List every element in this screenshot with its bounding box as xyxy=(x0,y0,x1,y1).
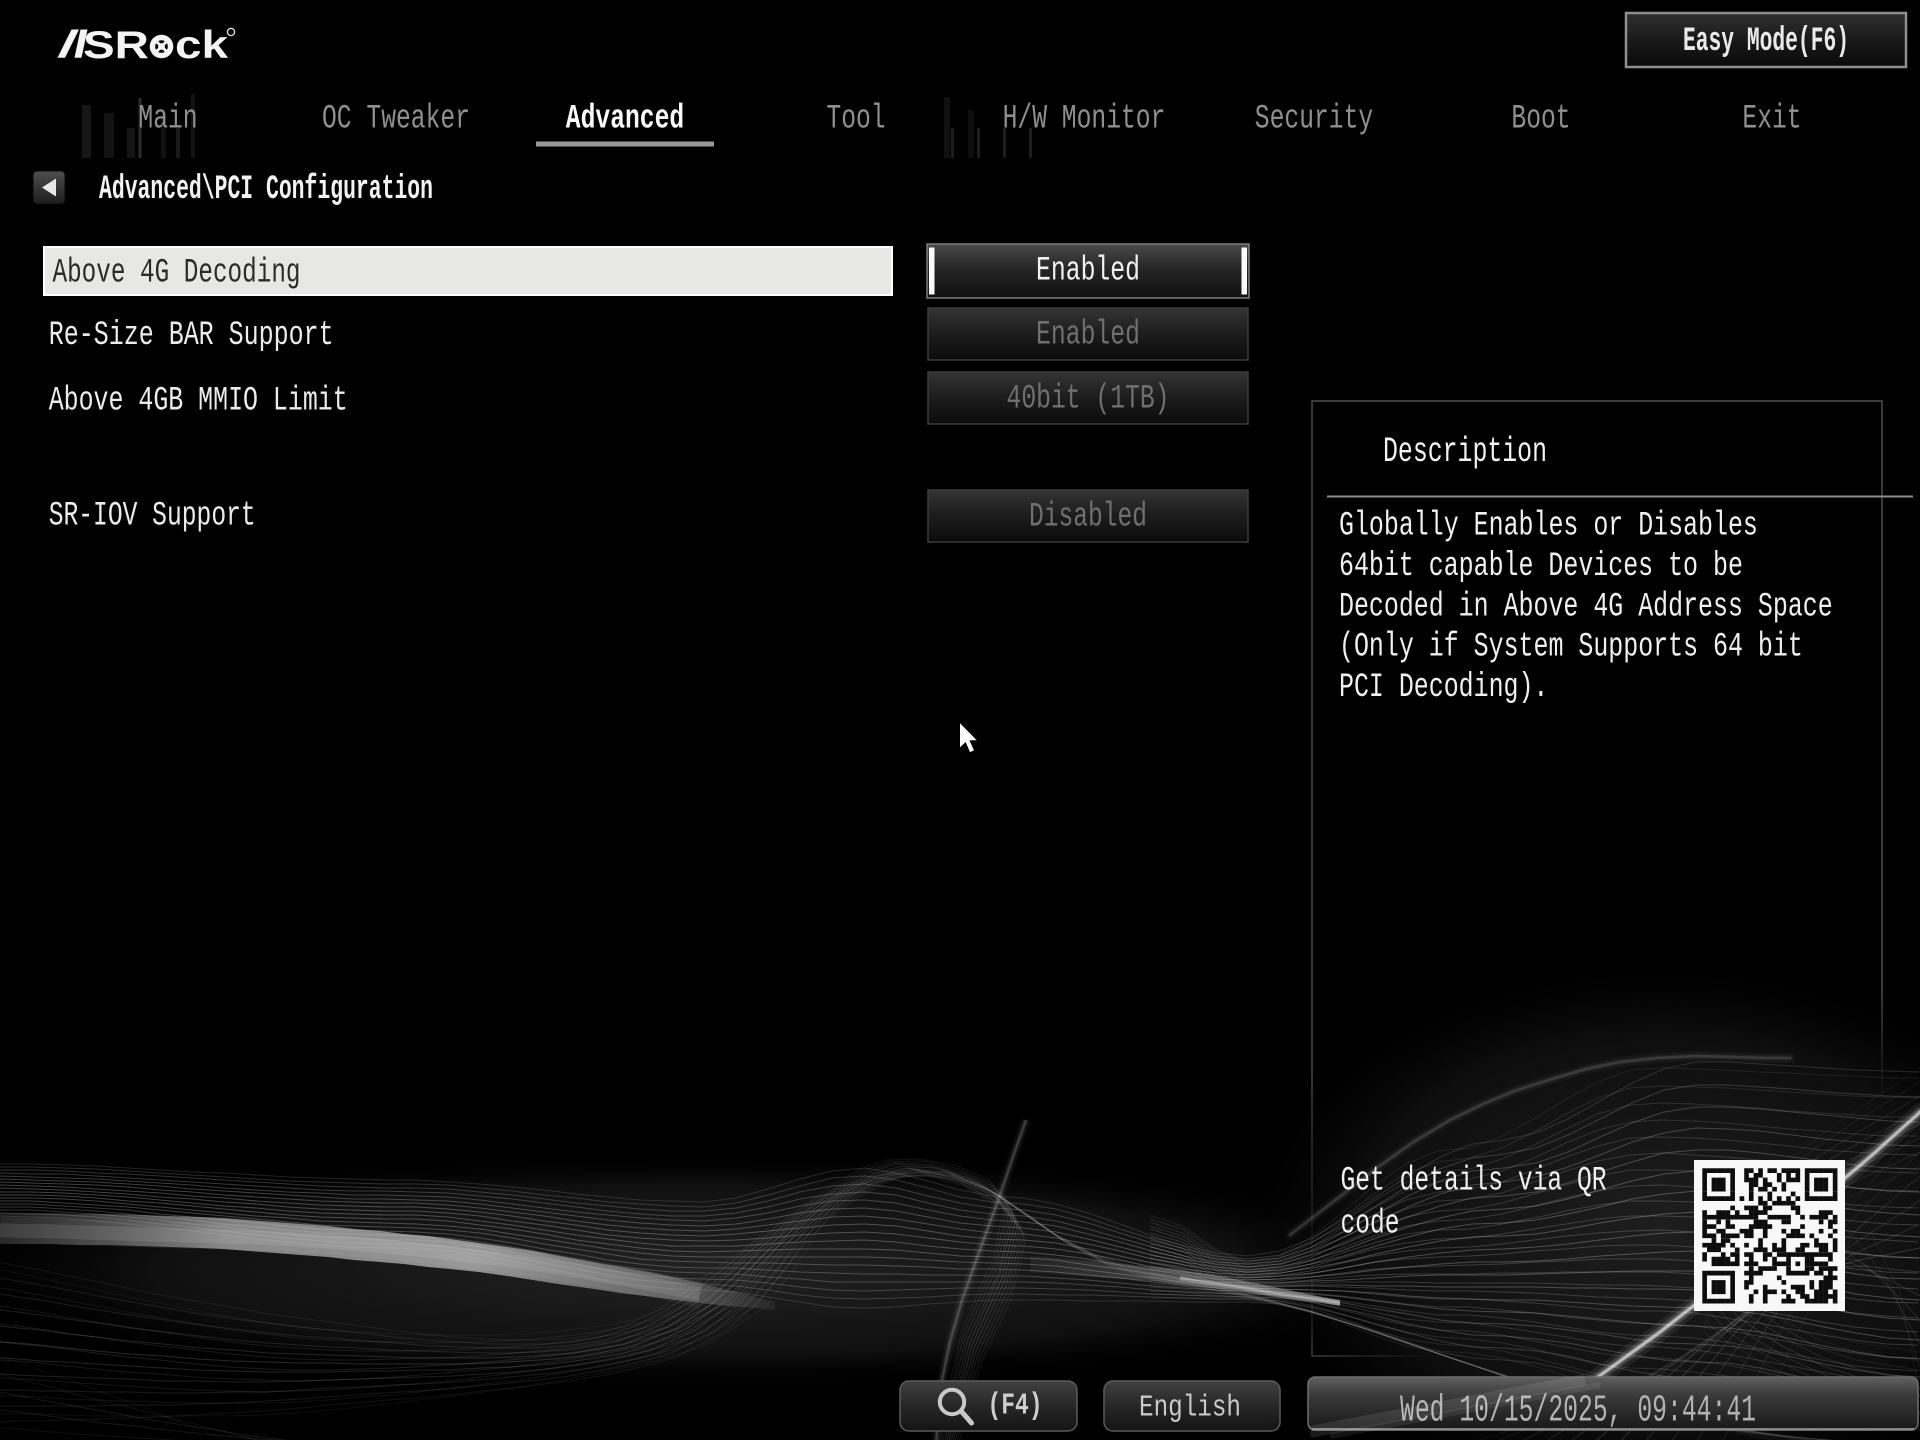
svg-text:SR-IOV Support: SR-IOV Support xyxy=(49,498,256,536)
svg-text:SR: SR xyxy=(83,24,149,67)
svg-text:Re-Size BAR Support: Re-Size BAR Support xyxy=(49,317,334,355)
svg-text:Advanced: Advanced xyxy=(566,100,684,138)
svg-text:Enabled: Enabled xyxy=(1036,316,1140,354)
svg-text:Security: Security xyxy=(1255,100,1373,138)
svg-text:Above 4GB MMIO Limit: Above 4GB MMIO Limit xyxy=(49,383,348,421)
svg-text:Boot: Boot xyxy=(1511,100,1570,138)
svg-text:Enabled: Enabled xyxy=(1036,252,1140,290)
svg-text:code: code xyxy=(1341,1206,1400,1244)
svg-text:Globally Enables or Disables: Globally Enables or Disables xyxy=(1339,508,1758,546)
svg-text:Description: Description xyxy=(1383,432,1547,472)
svg-text:OC Tweaker: OC Tweaker xyxy=(322,100,470,138)
svg-text:Disabled: Disabled xyxy=(1029,498,1147,536)
svg-text:(Only if System Supports 64 bi: (Only if System Supports 64 bit xyxy=(1339,629,1803,667)
svg-text:Above 4G Decoding: Above 4G Decoding xyxy=(53,254,301,292)
svg-text:Decoded in Above 4G Address Sp: Decoded in Above 4G Address Space xyxy=(1339,588,1833,626)
svg-text:Advanced\PCI Configuration: Advanced\PCI Configuration xyxy=(99,171,433,209)
svg-text:Tool: Tool xyxy=(826,100,885,138)
svg-text:English: English xyxy=(1139,1391,1241,1426)
svg-text:Get details via QR: Get details via QR xyxy=(1341,1163,1607,1201)
svg-text:H/W Monitor: H/W Monitor xyxy=(1003,100,1166,138)
svg-text:ck: ck xyxy=(175,24,228,67)
svg-text:64bit capable Devices to be: 64bit capable Devices to be xyxy=(1339,548,1743,586)
svg-text:Exit: Exit xyxy=(1742,100,1801,138)
svg-text:(F4): (F4) xyxy=(988,1389,1043,1424)
svg-text:Main: Main xyxy=(138,100,197,138)
svg-text:Easy Mode(F6): Easy Mode(F6) xyxy=(1683,23,1849,61)
svg-text:40bit (1TB): 40bit (1TB) xyxy=(1007,380,1170,418)
svg-text:PCI Decoding).: PCI Decoding). xyxy=(1339,669,1548,707)
